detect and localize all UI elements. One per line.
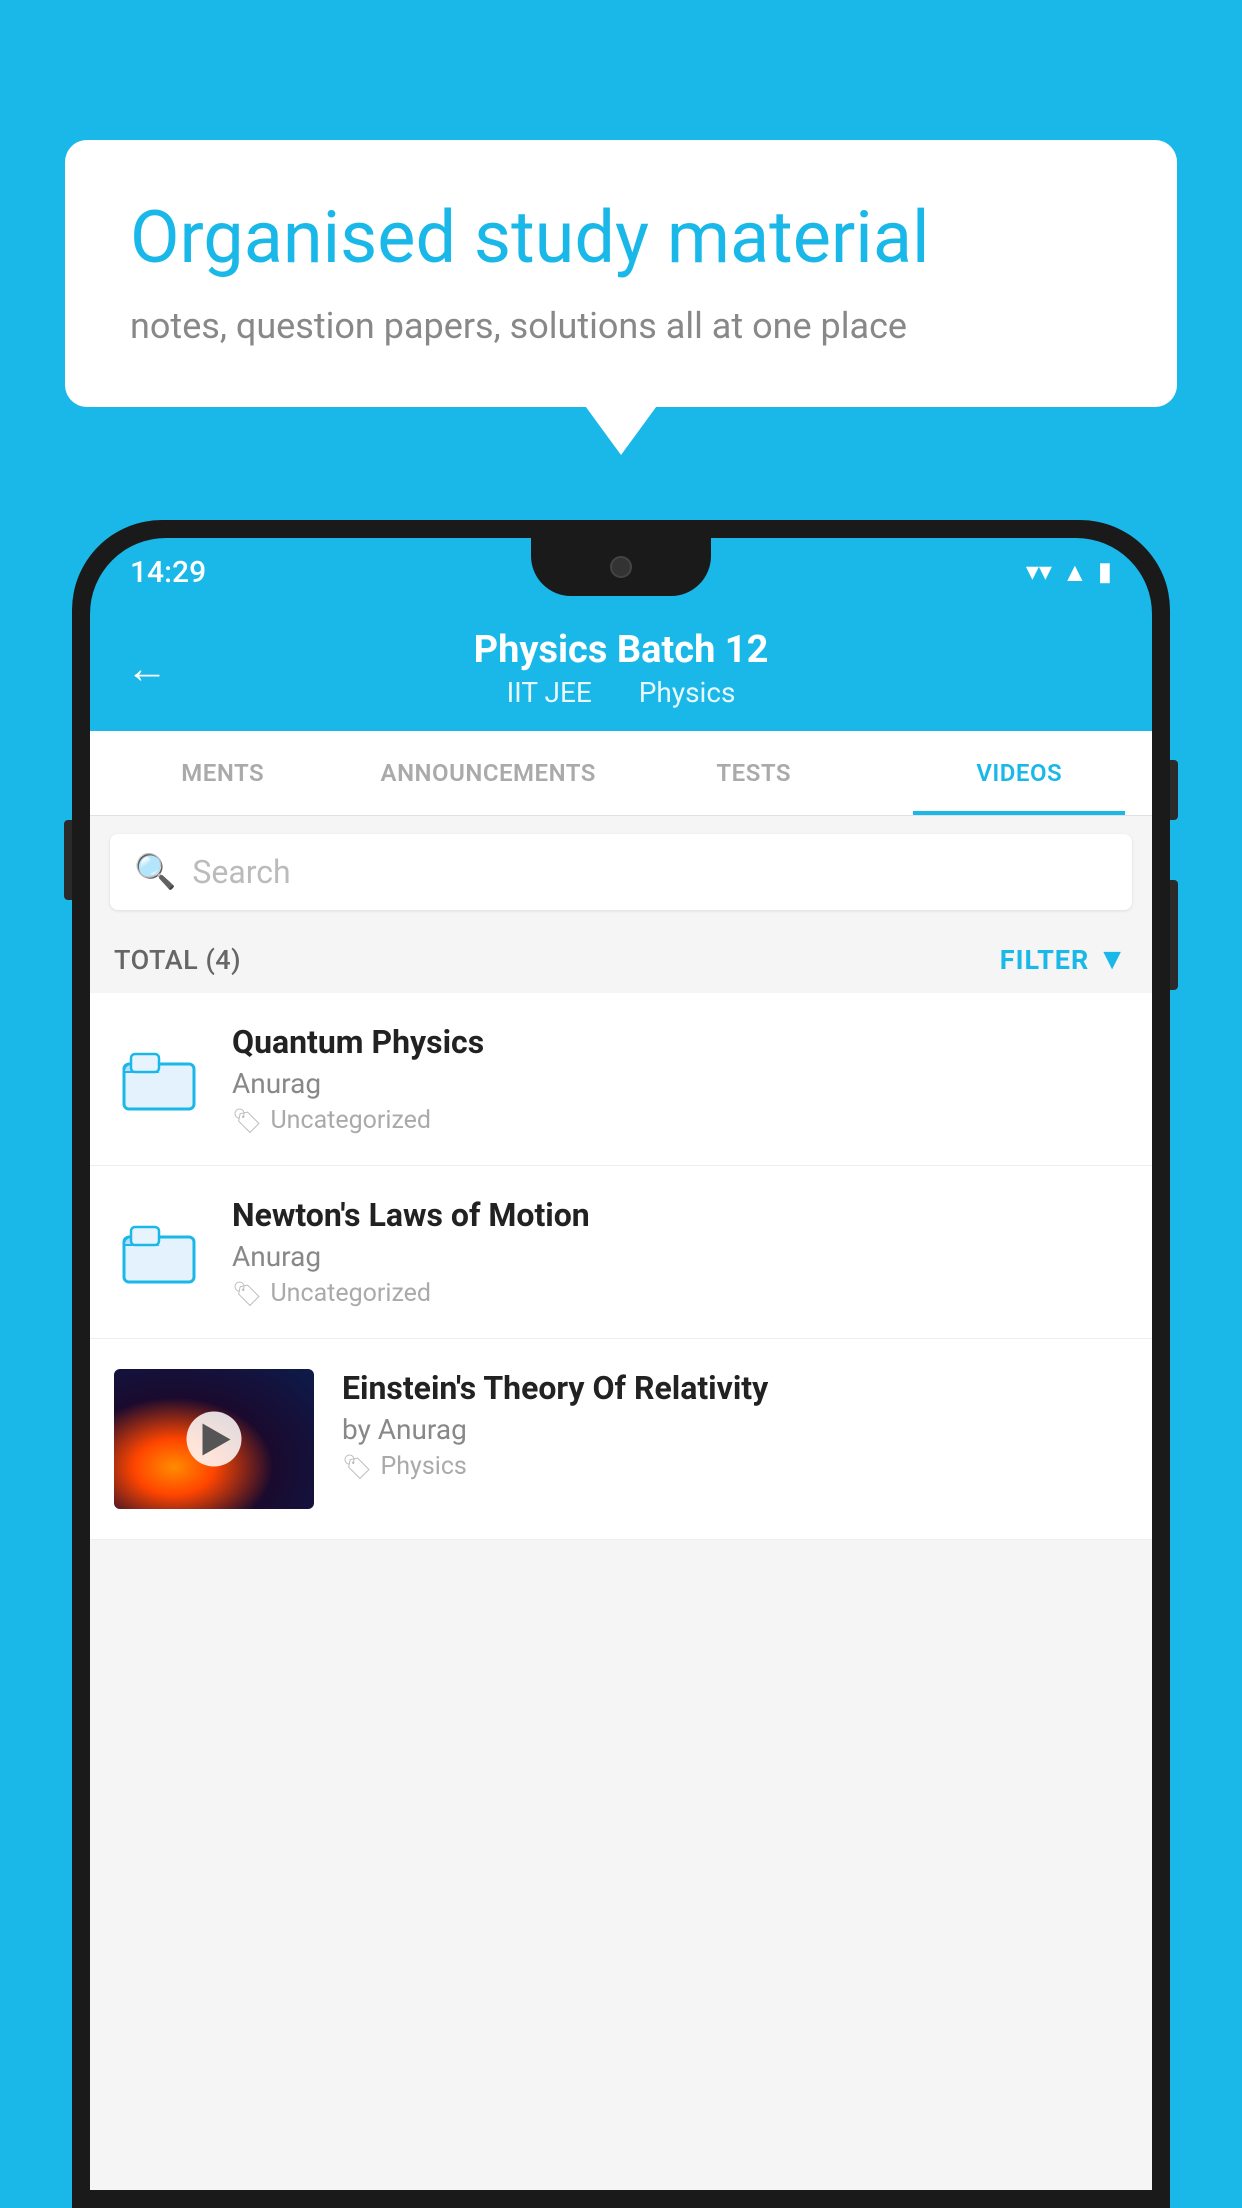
tag-icon-1: 🏷 — [232, 1107, 262, 1135]
list-item[interactable]: Quantum Physics Anurag 🏷 Uncategorized — [90, 993, 1152, 1166]
battery-icon: ▮ — [1098, 557, 1112, 587]
bubble-subtitle: notes, question papers, solutions all at… — [130, 305, 1112, 347]
header-title: Physics Batch 12 — [474, 628, 769, 672]
play-button[interactable] — [187, 1412, 242, 1467]
filter-bar: TOTAL (4) FILTER ▼ — [90, 928, 1152, 991]
item-title-2: Newton's Laws of Motion — [232, 1196, 1128, 1234]
search-bar[interactable]: 🔍 Search — [110, 834, 1132, 910]
folder-icon-2 — [114, 1207, 204, 1297]
bubble-title: Organised study material — [130, 195, 1112, 281]
item-tag-1: 🏷 Uncategorized — [232, 1106, 1128, 1135]
status-icons: ▾▾ ▲ ▮ — [1026, 557, 1112, 588]
item-tag-label-1: Uncategorized — [270, 1106, 431, 1135]
video-thumbnail — [114, 1369, 314, 1509]
filter-label: FILTER — [1000, 944, 1090, 976]
folder-icon-1 — [114, 1034, 204, 1124]
item-author-3: by Anurag — [342, 1413, 1128, 1446]
list-item-thumb[interactable]: Einstein's Theory Of Relativity by Anura… — [90, 1339, 1152, 1540]
content-area: 🔍 Search TOTAL (4) FILTER ▼ — [90, 816, 1152, 2190]
tab-announcements[interactable]: ANNOUNCEMENTS — [356, 731, 622, 815]
item-author-2: Anurag — [232, 1240, 1128, 1273]
item-info-3: Einstein's Theory Of Relativity by Anura… — [342, 1369, 1128, 1481]
tab-ments[interactable]: MENTS — [90, 731, 356, 815]
tabs-bar: MENTS ANNOUNCEMENTS TESTS VIDEOS — [90, 731, 1152, 816]
item-title-1: Quantum Physics — [232, 1023, 1128, 1061]
phone-frame: 14:29 ▾▾ ▲ ▮ ← Physics Batch 12 IIT JEE … — [72, 520, 1170, 2208]
speech-bubble: Organised study material notes, question… — [65, 140, 1177, 407]
search-placeholder: Search — [192, 853, 290, 891]
tab-tests[interactable]: TESTS — [621, 731, 887, 815]
item-tag-label-2: Uncategorized — [270, 1279, 431, 1308]
status-time: 14:29 — [130, 555, 206, 590]
back-button[interactable]: ← — [126, 644, 168, 693]
item-tag-3: 🏷 Physics — [342, 1452, 1128, 1481]
status-bar: 14:29 ▾▾ ▲ ▮ — [90, 538, 1152, 606]
wifi-icon: ▾▾ — [1026, 557, 1052, 587]
tab-videos[interactable]: VIDEOS — [887, 731, 1153, 815]
item-author-1: Anurag — [232, 1067, 1128, 1100]
speech-bubble-container: Organised study material notes, question… — [65, 140, 1177, 407]
item-info-2: Newton's Laws of Motion Anurag 🏷 Uncateg… — [232, 1196, 1128, 1308]
total-count: TOTAL (4) — [114, 944, 241, 976]
item-info-1: Quantum Physics Anurag 🏷 Uncategorized — [232, 1023, 1128, 1135]
app-header: ← Physics Batch 12 IIT JEE Physics — [90, 606, 1152, 731]
side-button-left — [64, 820, 72, 900]
filter-button[interactable]: FILTER ▼ — [1000, 942, 1128, 977]
video-list: Quantum Physics Anurag 🏷 Uncategorized — [90, 993, 1152, 1540]
side-button-right-top — [1170, 760, 1178, 820]
notch — [531, 538, 711, 596]
tag-icon-3: 🏷 — [342, 1453, 372, 1481]
item-title-3: Einstein's Theory Of Relativity — [342, 1369, 1128, 1407]
tag-icon-2: 🏷 — [232, 1280, 262, 1308]
item-tag-2: 🏷 Uncategorized — [232, 1279, 1128, 1308]
play-icon — [203, 1423, 231, 1455]
list-item[interactable]: Newton's Laws of Motion Anurag 🏷 Uncateg… — [90, 1166, 1152, 1339]
header-subtitle-part1: IIT JEE — [507, 676, 592, 709]
filter-funnel-icon: ▼ — [1097, 942, 1128, 977]
item-tag-label-3: Physics — [380, 1452, 466, 1481]
search-icon: 🔍 — [134, 852, 176, 892]
camera — [610, 556, 632, 578]
header-subtitle-part2: Physics — [639, 676, 736, 709]
header-subtitle: IIT JEE Physics — [497, 676, 746, 709]
phone-screen: 14:29 ▾▾ ▲ ▮ ← Physics Batch 12 IIT JEE … — [90, 538, 1152, 2190]
side-button-right-bottom — [1170, 880, 1178, 990]
signal-icon: ▲ — [1062, 557, 1088, 588]
